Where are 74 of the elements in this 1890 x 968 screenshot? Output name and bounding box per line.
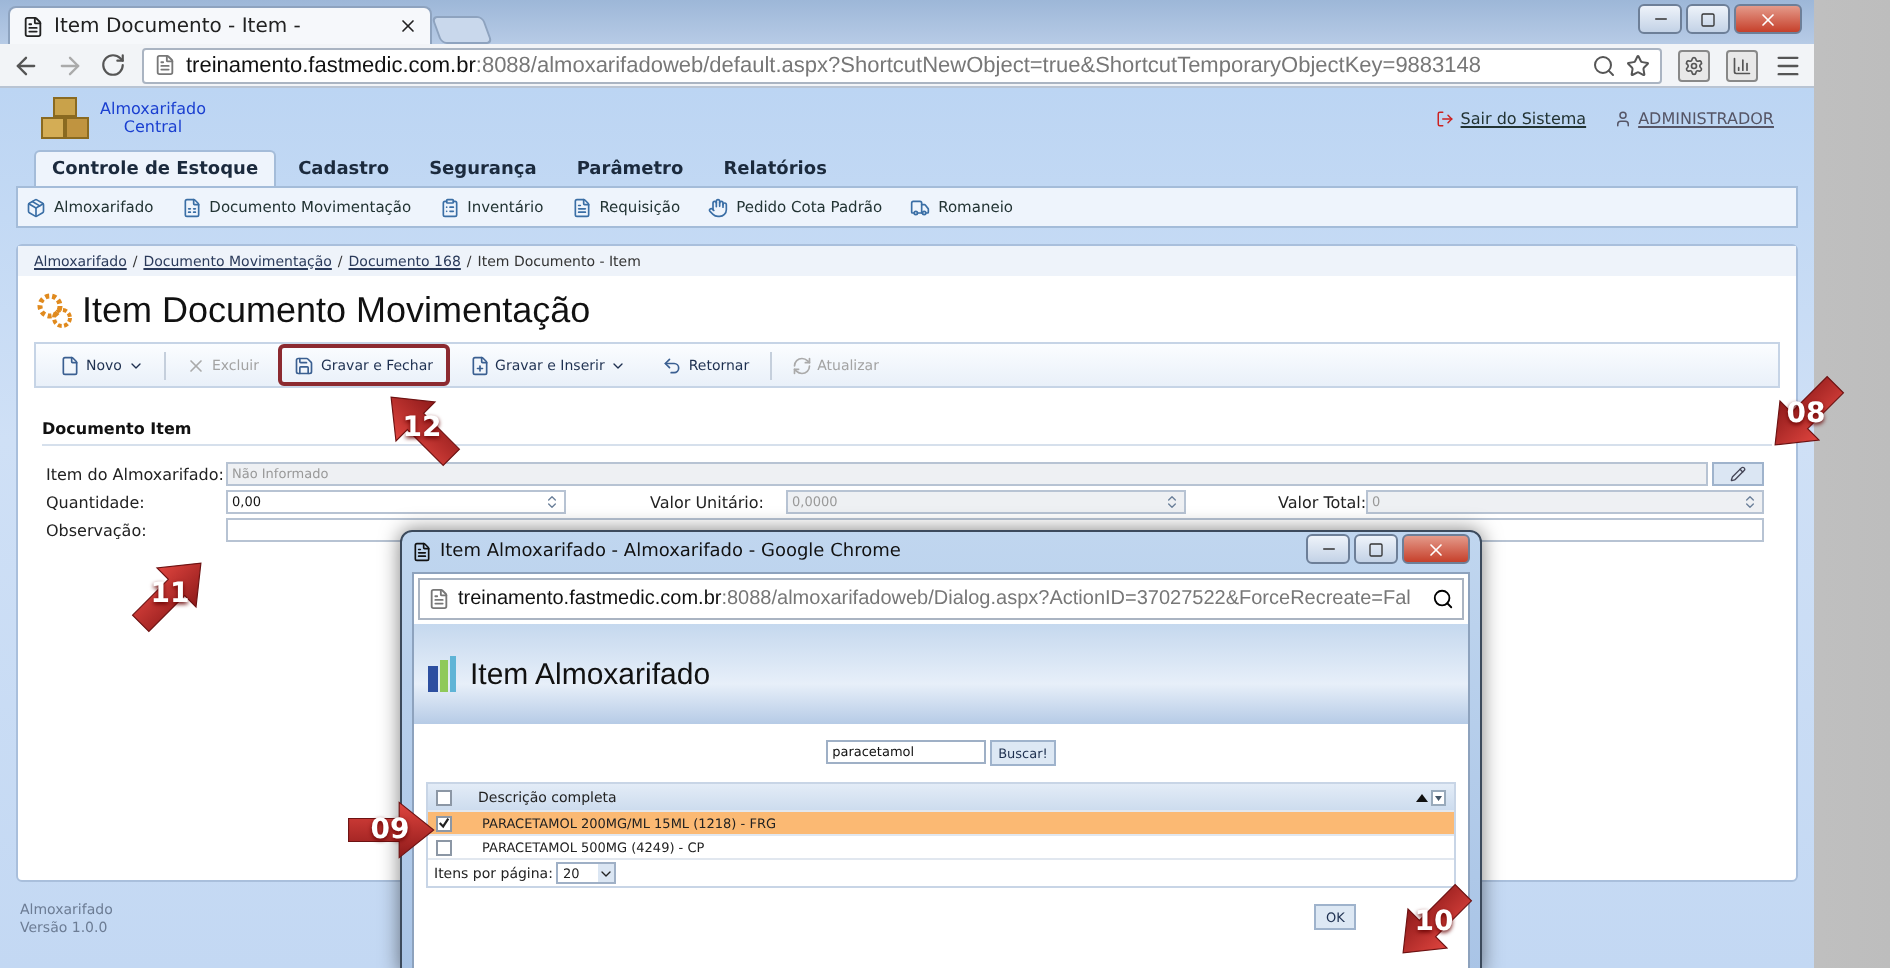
gears-icon [34,290,74,330]
submenu-icon [26,197,46,217]
dialog-title: Item Almoxarifado - Almoxarifado - Google Chrome [440,542,901,562]
sort-icon[interactable] [1414,789,1446,805]
extension-button[interactable] [1678,49,1710,81]
maximize-icon [1368,541,1384,557]
field-label: Observação: [46,521,149,539]
menu-tab[interactable]: Cadastro [280,150,408,186]
field-label: Valor Total: [1276,493,1366,511]
submenu-icon [910,197,931,217]
maximize-button[interactable] [1686,4,1730,34]
dialog-heading: Item Almoxarifado [470,657,711,691]
toolbar-icon [185,355,206,375]
maximize-icon [1700,11,1716,27]
close-icon[interactable] [398,16,418,36]
toolbar-icon [294,355,315,375]
menu-tab[interactable]: Relatórios [705,150,845,186]
user-link[interactable]: ADMINISTRADOR [1614,109,1774,127]
bottles-icon [426,654,458,694]
menu-icon[interactable] [1774,51,1802,79]
submenu-icon [181,197,202,217]
page-icon [22,15,44,37]
toolbar-icon [662,355,683,375]
field-label: Item do Almoxarifado: [46,465,226,483]
page-icon [412,542,432,562]
toolbar-icon [791,355,812,375]
menu-tab[interactable]: Parâmetro [558,150,702,186]
address-bar[interactable]: treinamento.fastmedic.com.br:8088/almoxarifadoweb/default.aspx?ShortcutNewObject=true&ShortcutTemporaryObjectKey=9883148 [142,47,1662,83]
page-title: Item Documento Movimentação [82,289,591,331]
checkbox[interactable] [436,789,452,805]
toolbar-icon [469,355,490,375]
user-icon [1614,109,1633,127]
zoom-icon[interactable] [1432,588,1454,610]
submenu-icon [439,197,460,217]
browser-tab[interactable]: Item Documento - Item - [8,6,432,44]
menu-tab[interactable]: Controle de Estoque [34,150,277,186]
lookup-button[interactable] [1712,462,1764,486]
close-button[interactable] [1402,534,1470,564]
boxes-logo-icon [40,96,92,140]
address-bar[interactable]: treinamento.fastmedic.com.br:8088/almoxarifadoweb/Dialog.aspx?ActionID=37027522&ForceRecreate=Fal [418,578,1464,620]
extension-button[interactable] [1726,49,1758,81]
back-icon[interactable] [12,51,40,79]
pencil-icon [1730,466,1746,482]
reload-icon[interactable] [100,52,126,78]
field-label: Valor Unitário: [648,493,766,511]
page-icon [154,54,176,76]
url-text: treinamento.fastmedic.com.br:8088/almoxarifadoweb/default.aspx?ShortcutNewObject=true&ShortcutTemporaryObjectKey=9883148 [186,53,1482,77]
logo-text: Almoxarifado [100,100,206,118]
checkbox[interactable] [436,839,452,855]
gear-icon [1684,55,1704,75]
maximize-button[interactable] [1354,534,1398,564]
spinner-icon[interactable] [1164,494,1180,510]
field-label: Quantidade: [46,493,147,511]
logo-text: Central [123,118,183,136]
spinner-icon[interactable] [1742,494,1758,510]
submenu-icon [708,197,729,217]
bar-chart-icon [1732,55,1752,75]
star-icon[interactable] [1626,53,1650,77]
close-icon [1758,9,1778,29]
zoom-icon[interactable] [1592,53,1616,77]
page-icon [428,588,450,610]
submenu-icon [571,197,592,217]
checkbox[interactable] [436,815,452,831]
minimize-button[interactable] [1306,534,1350,564]
logout-icon [1436,109,1455,127]
close-button[interactable] [1734,4,1802,34]
close-icon [1426,539,1446,559]
minimize-button[interactable] [1638,4,1682,34]
toolbar-icon [60,355,80,375]
menu-tab[interactable]: Segurança [411,150,555,186]
tab-title: Item Documento - Item - [54,15,301,37]
spinner-icon[interactable] [544,494,560,510]
logout-link[interactable]: Sair do Sistema [1436,109,1587,127]
url-text: treinamento.fastmedic.com.br:8088/almoxarifadoweb/Dialog.aspx?ActionID=37027522&ForceRecreate=Fal [458,588,1411,610]
